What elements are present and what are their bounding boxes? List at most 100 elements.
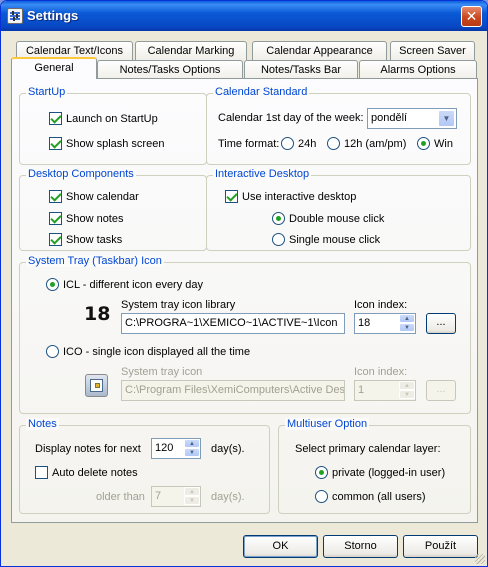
show-notes-checkbox[interactable] — [49, 212, 62, 225]
spinner-arrows-icon[interactable]: ▲ ▼ — [184, 487, 200, 506]
time-format-24h-radio[interactable] — [281, 137, 294, 150]
double-click-radio[interactable] — [272, 212, 285, 225]
primary-layer-label: Select primary calendar layer: — [295, 443, 441, 455]
tab-label: Calendar Appearance — [266, 45, 373, 57]
show-tasks-label: Show tasks — [66, 234, 123, 246]
display-notes-label: Display notes for next — [35, 443, 141, 455]
settings-window: Settings ✕ Calendar Text/Icons Calendar … — [0, 0, 488, 567]
cancel-button[interactable]: Storno — [323, 535, 398, 558]
ico-index-spinner[interactable]: 1 ▲ ▼ — [354, 380, 416, 401]
tray-library-label: System tray icon library — [121, 299, 236, 311]
group-title: StartUp — [26, 86, 68, 98]
icl-icon-number: 18 — [84, 303, 111, 325]
first-day-label: Calendar 1st day of the week: — [218, 112, 364, 124]
close-icon: ✕ — [465, 8, 478, 24]
common-layer-label: common (all users) — [332, 491, 426, 503]
tab-label: Calendar Marking — [147, 45, 235, 57]
show-splash-checkbox[interactable] — [49, 137, 62, 150]
ico-index-value: 1 — [358, 384, 365, 396]
tab-label: Notes/Tasks Bar — [260, 64, 342, 76]
icon-index-value: 18 — [358, 317, 371, 329]
notes-group: Notes Display notes for next 120 ▲ ▼ day(… — [19, 418, 270, 514]
resize-grip-icon[interactable] — [475, 554, 485, 564]
spinner-arrows-icon[interactable]: ▲ ▼ — [399, 314, 415, 333]
ok-button[interactable]: OK — [243, 535, 318, 558]
close-button[interactable]: ✕ — [461, 6, 482, 27]
group-title: Notes — [26, 418, 59, 430]
apply-label: Použít — [424, 540, 457, 552]
icl-label: ICL - different icon every day — [63, 279, 204, 291]
ico-index-label: Icon index: — [354, 366, 408, 378]
tab-label: Notes/Tasks Options — [119, 64, 221, 76]
time-format-label: Time format: — [218, 138, 280, 150]
tray-icon-file-input[interactable]: C:\Program Files\XemiComputers\Active De… — [121, 380, 345, 401]
cancel-label: Storno — [344, 540, 377, 552]
launch-on-startup-checkbox[interactable] — [49, 112, 62, 125]
apply-button[interactable]: Použít — [403, 535, 478, 558]
settings-icon — [7, 8, 23, 24]
time-format-12h-label: 12h (am/pm) — [344, 138, 407, 150]
tab-alarms-options[interactable]: Alarms Options — [359, 60, 477, 79]
tray-library-input[interactable]: C:\PROGRA~1\XEMICO~1\ACTIVE~1\Icon — [121, 313, 345, 334]
older-than-label: older than — [96, 491, 145, 503]
single-click-radio[interactable] — [272, 233, 285, 246]
general-tab-panel: StartUp Launch on StartUp Show splash sc… — [11, 78, 478, 523]
show-splash-label: Show splash screen — [66, 138, 165, 150]
browse-icon-button[interactable]: ... — [426, 380, 456, 401]
time-format-12h-radio[interactable] — [327, 137, 340, 150]
use-interactive-desktop-label: Use interactive desktop — [242, 191, 357, 203]
group-title: Multiuser Option — [285, 418, 370, 430]
spinner-arrows-icon[interactable]: ▲ ▼ — [399, 381, 415, 400]
calendar-icon — [90, 379, 103, 392]
spinner-arrows-icon[interactable]: ▲ ▼ — [184, 439, 200, 458]
tab-label: Alarms Options — [380, 64, 456, 76]
show-calendar-checkbox[interactable] — [49, 190, 62, 203]
tray-icon-file-label: System tray icon — [121, 366, 203, 378]
display-notes-spinner[interactable]: 120 ▲ ▼ — [151, 438, 201, 459]
calendar-standard-group: Calendar Standard Calendar 1st day of th… — [206, 86, 471, 165]
first-day-select[interactable]: pondělí ▼ — [367, 108, 457, 129]
tab-notes-tasks-options[interactable]: Notes/Tasks Options — [97, 60, 243, 79]
double-click-label: Double mouse click — [289, 213, 385, 225]
group-title: Interactive Desktop — [213, 168, 312, 180]
icon-index-label: Icon index: — [354, 299, 408, 311]
icon-index-spinner[interactable]: 18 ▲ ▼ — [354, 313, 416, 334]
time-format-win-label: Win — [434, 138, 453, 150]
title-bar[interactable]: Settings ✕ — [1, 1, 487, 31]
display-days-label: day(s). — [211, 443, 245, 455]
tray-icon-file-value: C:\Program Files\XemiComputers\Active De… — [125, 384, 345, 396]
older-than-spinner[interactable]: 7 ▲ ▼ — [151, 486, 201, 507]
interactive-desktop-group: Interactive Desktop Use interactive desk… — [206, 168, 471, 251]
tab-calendar-appearance[interactable]: Calendar Appearance — [252, 41, 387, 60]
show-calendar-label: Show calendar — [66, 191, 139, 203]
common-layer-radio[interactable] — [315, 490, 328, 503]
tab-label: General — [34, 62, 74, 74]
ico-label: ICO - single icon displayed all the time — [63, 346, 251, 358]
private-layer-radio[interactable] — [315, 466, 328, 479]
browse-library-button[interactable]: ... — [426, 313, 456, 334]
tab-label: Screen Saver — [399, 45, 466, 57]
tab-notes-tasks-bar[interactable]: Notes/Tasks Bar — [244, 60, 358, 79]
window-title: Settings — [27, 8, 79, 23]
startup-group: StartUp Launch on StartUp Show splash sc… — [19, 86, 207, 165]
show-tasks-checkbox[interactable] — [49, 233, 62, 246]
group-title: System Tray (Taskbar) Icon — [26, 255, 164, 267]
show-notes-label: Show notes — [66, 213, 124, 225]
auto-delete-checkbox[interactable] — [35, 466, 48, 479]
auto-delete-label: Auto delete notes — [52, 467, 138, 479]
time-format-win-radio[interactable] — [417, 137, 430, 150]
single-click-label: Single mouse click — [289, 234, 381, 246]
tab-label: Calendar Text/Icons — [25, 45, 124, 57]
browse-label: ... — [436, 316, 446, 328]
tab-screen-saver[interactable]: Screen Saver — [390, 41, 475, 60]
tab-calendar-marking[interactable]: Calendar Marking — [135, 41, 247, 60]
ico-radio[interactable] — [46, 345, 59, 358]
icl-radio[interactable] — [46, 278, 59, 291]
ok-label: OK — [272, 540, 289, 552]
browse-label: ... — [436, 383, 446, 395]
tab-general[interactable]: General — [11, 57, 97, 79]
group-title: Desktop Components — [26, 168, 136, 180]
use-interactive-desktop-checkbox[interactable] — [225, 190, 238, 203]
chevron-down-icon[interactable]: ▼ — [438, 110, 455, 127]
group-title: Calendar Standard — [213, 86, 310, 98]
